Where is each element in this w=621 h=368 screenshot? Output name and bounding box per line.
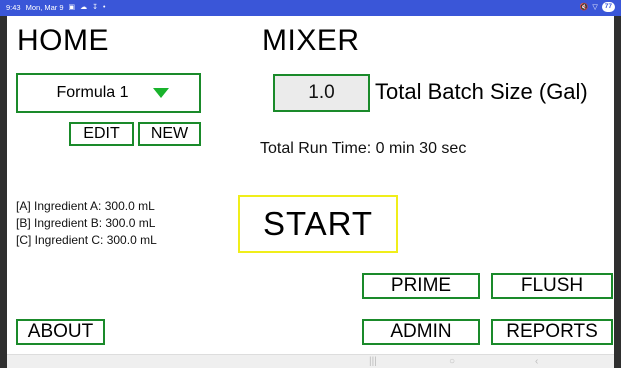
dropdown-arrow-icon: [152, 88, 169, 98]
formula-dropdown[interactable]: Formula 1: [16, 73, 201, 113]
battery-icon: 77: [601, 2, 615, 12]
recent-apps-icon[interactable]: |||: [369, 356, 377, 368]
wifi-icon: ▽: [592, 3, 598, 11]
admin-button[interactable]: ADMIN: [362, 319, 480, 345]
status-date: Mon, Mar 9: [25, 3, 64, 12]
flush-button[interactable]: FLUSH: [491, 273, 613, 299]
new-button[interactable]: NEW: [138, 122, 201, 146]
batch-size-input[interactable]: 1.0: [273, 74, 370, 112]
edit-button[interactable]: EDIT: [69, 122, 134, 146]
list-item: [A] Ingredient A: 300.0 mL: [16, 199, 155, 213]
reports-button[interactable]: REPORTS: [491, 319, 613, 345]
list-item: [B] Ingredient B: 300.0 mL: [16, 216, 156, 230]
home-nav-icon[interactable]: ○: [449, 356, 455, 368]
download-icon: ↧: [92, 4, 99, 11]
dot-icon: •: [103, 4, 106, 11]
batch-size-label: Total Batch Size (Gal): [375, 79, 588, 104]
formula-selected-label: Formula 1: [56, 84, 129, 101]
back-nav-icon[interactable]: ‹: [535, 356, 538, 368]
system-nav-bar: ||| ○ ‹: [7, 354, 614, 368]
list-item: [C] Ingredient C: 300.0 mL: [16, 233, 157, 247]
device-frame-left: [0, 16, 7, 368]
about-button[interactable]: ABOUT: [16, 319, 105, 345]
home-title: HOME: [17, 24, 109, 57]
device-frame-right: [614, 16, 621, 368]
status-time: 9:43: [6, 3, 21, 12]
prime-button[interactable]: PRIME: [362, 273, 480, 299]
mute-icon: 🔇: [579, 3, 589, 11]
start-button[interactable]: START: [238, 195, 398, 253]
mixer-title: MIXER: [262, 24, 360, 57]
cloud-icon: ☁: [80, 4, 88, 11]
screen-mirror-icon: ▣: [68, 4, 76, 11]
total-run-time: Total Run Time: 0 min 30 sec: [260, 140, 467, 157]
ingredient-list: [A] Ingredient A: 300.0 mL [B] Ingredien…: [16, 198, 157, 249]
status-bar: 9:43 Mon, Mar 9 ▣ ☁ ↧ • 🔇 ▽ 77: [0, 0, 621, 16]
